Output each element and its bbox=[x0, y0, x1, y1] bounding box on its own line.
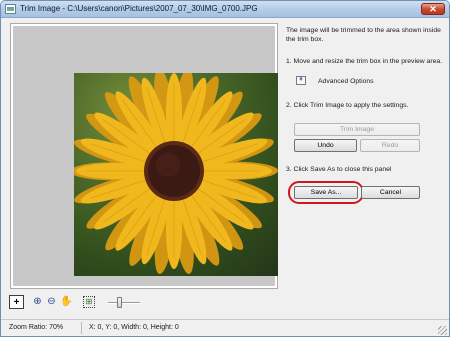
add-trim-icon[interactable]: + bbox=[9, 295, 24, 309]
close-button[interactable]: ✕ bbox=[421, 3, 445, 15]
preview-image[interactable] bbox=[74, 73, 278, 276]
redo-button[interactable]: Redo bbox=[360, 139, 420, 152]
zoom-in-icon[interactable]: ⊕ bbox=[30, 295, 45, 309]
trim-settings-panel: The image will be trimmed to the area sh… bbox=[286, 23, 446, 313]
zoom-slider-thumb[interactable] bbox=[117, 297, 122, 308]
preview-area[interactable] bbox=[10, 23, 278, 289]
advanced-options-link[interactable]: Advanced Options bbox=[318, 78, 374, 85]
step-2-text: 2. Click Trim Image to apply the setting… bbox=[286, 102, 409, 109]
status-separator bbox=[81, 322, 82, 334]
hand-icon[interactable]: ✋ bbox=[59, 295, 74, 309]
undo-button[interactable]: Undo bbox=[294, 139, 357, 152]
step-3-text: 3. Click Save As to close this panel bbox=[286, 166, 392, 173]
intro-line-1: The image will be trimmed to the area sh… bbox=[286, 27, 441, 34]
zoom-ratio: Zoom Ratio: 70% bbox=[9, 324, 64, 331]
cancel-button[interactable]: Cancel bbox=[361, 186, 420, 199]
step-1-text: 1. Move and resize the trim box in the p… bbox=[286, 58, 443, 65]
save-as-button[interactable]: Save As... bbox=[294, 186, 358, 199]
resize-grip[interactable] bbox=[438, 326, 447, 335]
zoom-slider-track[interactable] bbox=[108, 302, 140, 304]
app-icon bbox=[5, 4, 16, 14]
trim-image-button[interactable]: Trim Image bbox=[294, 123, 420, 136]
status-bar: Zoom Ratio: 70% X: 0, Y: 0, Width: 0, He… bbox=[1, 319, 449, 336]
sunflower-photo bbox=[74, 73, 278, 275]
title-bar[interactable]: Trim Image - C:\Users\canon\Pictures\200… bbox=[1, 1, 449, 18]
chevron-down-icon[interactable]: ¥ bbox=[296, 76, 306, 85]
window-title: Trim Image - C:\Users\canon\Pictures\200… bbox=[20, 4, 258, 13]
intro-line-2: the trim box. bbox=[286, 36, 324, 43]
preview-toolbar: + ⊕ ⊖ ✋ ⊞ bbox=[9, 295, 279, 311]
zoom-out-icon[interactable]: ⊖ bbox=[44, 295, 59, 309]
trim-coordinates: X: 0, Y: 0, Width: 0, Height: 0 bbox=[89, 324, 179, 331]
fit-icon[interactable]: ⊞ bbox=[83, 296, 95, 308]
trim-image-window: Trim Image - C:\Users\canon\Pictures\200… bbox=[0, 0, 450, 337]
